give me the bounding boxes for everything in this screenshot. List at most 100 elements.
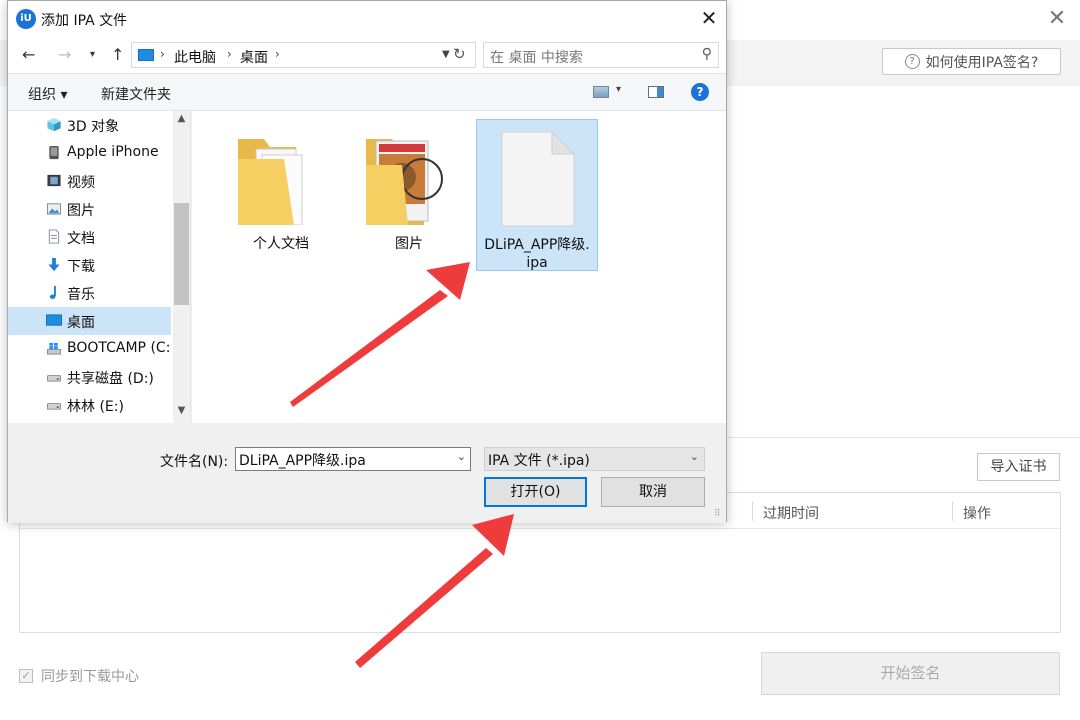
question-icon: ? <box>904 54 920 69</box>
ipa-sign-help-button[interactable]: ? 如何使用IPA签名? <box>882 48 1061 75</box>
breadcrumb-this-pc[interactable]: 此电脑 <box>174 47 216 67</box>
open-file-dialog: iU 添加 IPA 文件 ✕ ← → ▾ ↑ › 此电脑 › 桌面 › ▼ ↻ … <box>7 0 727 523</box>
column-separator <box>952 501 953 521</box>
document-file-icon <box>501 130 576 227</box>
sidebar-item-label: 共享磁盘 (D:) <box>67 371 154 387</box>
help-icon[interactable]: ? <box>691 83 709 101</box>
filename-input[interactable]: DLiPA_APP降级.ipa ⌄ <box>235 447 471 471</box>
windows-drive-icon <box>46 342 62 355</box>
navigation-bar: ← → ▾ ↑ › 此电脑 › 桌面 › ▼ ↻ 在 桌面 中搜索 ⚲ <box>8 37 726 73</box>
breadcrumb-separator-icon[interactable]: › <box>227 47 232 61</box>
video-icon <box>47 174 61 187</box>
new-folder-button[interactable]: 新建文件夹 <box>101 84 171 104</box>
refresh-icon[interactable]: ↻ <box>453 45 466 63</box>
cancel-button[interactable]: 取消 <box>601 477 705 507</box>
organize-menu[interactable]: 组织 ▾ <box>28 84 67 104</box>
sidebar-item-label: 视频 <box>67 175 95 191</box>
back-arrow-icon[interactable]: ← <box>22 45 35 64</box>
computer-icon <box>138 49 154 61</box>
filename-dropdown-icon[interactable]: ⌄ <box>457 450 466 463</box>
iphone-icon <box>49 145 59 160</box>
sidebar-item-label: 林林 (E:) <box>67 399 124 415</box>
dialog-title: 添加 IPA 文件 <box>41 13 128 29</box>
sidebar-item-label: 下载 <box>67 259 95 275</box>
sidebar-item-music[interactable]: 音乐 <box>8 279 171 307</box>
sidebar-item-3d-objects[interactable]: 3D 对象 <box>8 111 171 139</box>
file-dlipa-app-ipa[interactable]: DLiPA_APP降级. ipa <box>476 119 598 271</box>
sidebar-item-label: 图片 <box>67 203 95 219</box>
pictures-folder-icon <box>366 139 443 225</box>
drive-icon <box>46 403 62 410</box>
sidebar-item-bootcamp[interactable]: BOOTCAMP (C: <box>8 335 171 363</box>
sidebar-item-label: 3D 对象 <box>67 119 120 135</box>
search-input[interactable]: 在 桌面 中搜索 ⚲ <box>483 42 719 68</box>
download-icon <box>48 257 60 272</box>
file-name: 个人文档 <box>253 236 309 252</box>
column-separator <box>752 501 753 521</box>
column-header-expiry: 过期时间 <box>763 506 819 522</box>
pictures-icon <box>46 203 62 215</box>
address-dropdown-icon[interactable]: ▼ <box>442 49 450 60</box>
resize-grip-icon[interactable]: ⠿ <box>714 509 722 519</box>
forward-arrow-icon[interactable]: → <box>58 45 71 64</box>
sidebar-item-label: 文档 <box>67 231 95 247</box>
sidebar-item-label: 桌面 <box>67 315 95 331</box>
help-label: 如何使用IPA签名? <box>925 54 1039 71</box>
search-placeholder: 在 桌面 中搜索 <box>490 50 583 66</box>
filename-value: DLiPA_APP降级.ipa <box>239 453 366 469</box>
filetype-select[interactable]: IPA 文件 (*.ipa) ⌄ <box>484 447 705 471</box>
sidebar-item-pictures[interactable]: 图片 <box>8 195 171 223</box>
close-icon[interactable]: ✕ <box>1046 8 1068 30</box>
3d-objects-icon <box>47 117 61 132</box>
dialog-footer: 文件名(N): DLiPA_APP降级.ipa ⌄ IPA 文件 (*.ipa)… <box>8 423 726 523</box>
preview-pane-icon[interactable] <box>648 86 664 98</box>
sidebar-item-label: BOOTCAMP (C: <box>67 340 171 356</box>
start-sign-button[interactable]: 开始签名 <box>761 652 1060 695</box>
sidebar-item-label: 音乐 <box>67 287 95 303</box>
folder-personal-documents[interactable]: 个人文档 <box>220 119 342 271</box>
up-arrow-icon[interactable]: ↑ <box>111 45 124 64</box>
scroll-down-icon[interactable]: ▼ <box>173 405 190 421</box>
scrollbar-thumb[interactable] <box>174 203 189 305</box>
sidebar-item-shared-disk-d[interactable]: 共享磁盘 (D:) <box>8 363 171 391</box>
sidebar-item-videos[interactable]: 视频 <box>8 167 171 195</box>
column-header-actions: 操作 <box>963 506 991 522</box>
breadcrumb-separator-icon[interactable]: › <box>160 47 165 61</box>
command-toolbar: 组织 ▾ 新建文件夹 ▾ ? <box>8 73 726 111</box>
file-name: 图片 <box>395 236 423 252</box>
dialog-titlebar: iU 添加 IPA 文件 ✕ <box>8 1 726 37</box>
close-icon[interactable]: ✕ <box>698 7 720 29</box>
sync-checkbox[interactable]: ✓ <box>19 669 33 683</box>
app-logo-icon: iU <box>16 9 36 29</box>
folder-pictures[interactable]: 图片 <box>348 119 470 271</box>
drive-icon <box>46 375 62 382</box>
sync-to-download-center[interactable]: ✓ 同步到下载中心 <box>19 666 139 686</box>
breadcrumb-desktop[interactable]: 桌面 <box>240 47 268 67</box>
filetype-dropdown-icon[interactable]: ⌄ <box>690 450 699 463</box>
open-button[interactable]: 打开(O) <box>484 477 587 507</box>
divider <box>728 437 1080 438</box>
documents-icon <box>48 229 60 244</box>
sidebar-item-desktop[interactable]: 桌面 <box>8 307 171 335</box>
sync-label: 同步到下载中心 <box>41 669 139 685</box>
sidebar-item-linlin-e[interactable]: 林林 (E:) <box>8 391 171 419</box>
sidebar-item-label: Apple iPhone <box>67 144 159 160</box>
file-name-line2: ipa <box>526 255 548 271</box>
desktop-icon <box>46 314 62 326</box>
filename-label: 文件名(N): <box>160 454 229 470</box>
view-options-icon[interactable] <box>593 86 609 98</box>
address-bar[interactable]: › 此电脑 › 桌面 › ▼ <box>131 42 476 68</box>
folder-icon <box>238 139 303 225</box>
sidebar-item-apple-iphone[interactable]: Apple iPhone <box>8 139 171 167</box>
scroll-up-icon[interactable]: ▲ <box>173 113 190 129</box>
view-dropdown-icon[interactable]: ▾ <box>616 84 621 95</box>
sidebar-item-documents[interactable]: 文档 <box>8 223 171 251</box>
import-cert-button[interactable]: 导入证书 <box>977 453 1060 481</box>
filetype-value: IPA 文件 (*.ipa) <box>488 453 590 469</box>
file-name-line1: DLiPA_APP降级. <box>484 237 590 253</box>
search-icon[interactable]: ⚲ <box>702 46 712 62</box>
recent-locations-chevron-icon[interactable]: ▾ <box>90 49 95 60</box>
file-list: 个人文档 图片 DLiPA_APP降级. ipa <box>192 111 726 423</box>
breadcrumb-separator-icon[interactable]: › <box>275 47 280 61</box>
sidebar-item-downloads[interactable]: 下载 <box>8 251 171 279</box>
